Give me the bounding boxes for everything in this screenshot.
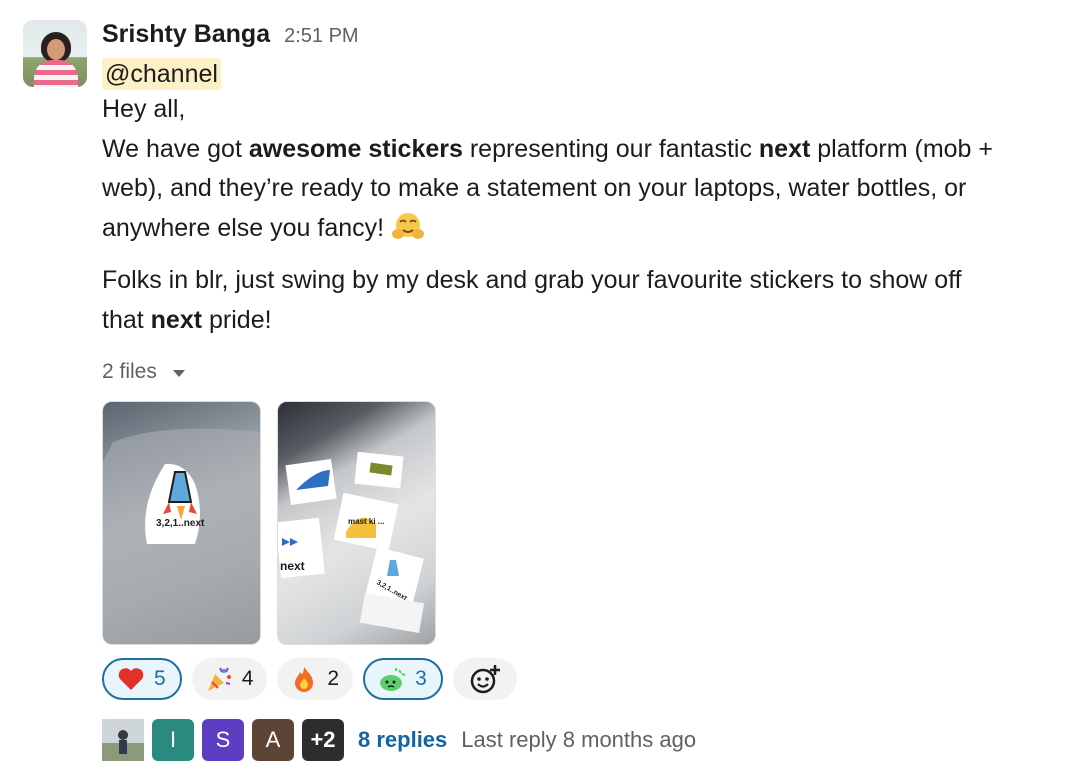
fire-icon xyxy=(295,667,314,692)
message-content: Srishty Banga 2:51 PM @channel Hey all, … xyxy=(102,20,1062,761)
laptop-sticker-image: 3,2,1..next xyxy=(103,428,260,644)
thread-avatar-photo xyxy=(102,719,144,761)
thread-avatar-s: S xyxy=(202,719,244,761)
reaction-green-blob[interactable]: 3 xyxy=(363,658,443,700)
paragraph-2-line-1: Folks in blr, just swing by my desk and … xyxy=(102,266,962,294)
paragraph-2-line-2: that next pride! xyxy=(102,305,272,334)
greeting-line: Hey all, xyxy=(102,95,186,123)
hugging-face-emoji-icon xyxy=(392,212,425,239)
message-timestamp[interactable]: 2:51 PM xyxy=(284,25,358,48)
avatar-photo-icon xyxy=(102,719,144,761)
message-body: Hey all, We have got awesome stickers re… xyxy=(102,90,1062,340)
channel-mention[interactable]: @channel xyxy=(102,58,221,90)
sticker-text-2: next xyxy=(280,559,305,573)
file-thumbnail-1[interactable]: 3,2,1..next xyxy=(102,401,261,645)
stickers-table-image: mast ki ... next 3,2,1..next xyxy=(278,451,425,633)
thread-avatar-i: I xyxy=(152,719,194,761)
paragraph-1-line-2: web), and they’re ready to make a statem… xyxy=(102,174,967,202)
thread-summary[interactable]: I S A +2 8 replies Last reply 8 months a… xyxy=(102,719,696,761)
green-blob-icon xyxy=(380,668,406,691)
message-header: Srishty Banga 2:51 PM xyxy=(102,20,1062,52)
author-avatar[interactable] xyxy=(23,20,87,87)
files-toggle[interactable]: 2 files xyxy=(102,357,1062,387)
message: Srishty Banga 2:51 PM @channel Hey all, … xyxy=(0,0,1082,780)
paragraph-1-line-3: anywhere else you fancy! xyxy=(102,209,1062,249)
reaction-count: 2 xyxy=(327,667,340,690)
add-reaction-button[interactable] xyxy=(452,658,517,700)
reactions-bar: 5 4 2 3 xyxy=(102,658,517,700)
reaction-count: 3 xyxy=(415,667,427,690)
sticker-text-1: 3,2,1..next xyxy=(156,518,205,529)
thread-last-reply: Last reply 8 months ago xyxy=(461,727,697,752)
file-thumbnails: 3,2,1..next mast ki ... next 3,2,1..next xyxy=(102,401,436,645)
add-emoji-icon xyxy=(470,665,500,694)
reaction-party-popper[interactable]: 4 xyxy=(191,658,268,700)
party-popper-icon xyxy=(207,667,231,691)
files-label: 2 files xyxy=(102,360,157,383)
reaction-heart[interactable]: 5 xyxy=(102,658,182,700)
paragraph-1-line-1: We have got awesome stickers representin… xyxy=(102,134,993,163)
reaction-fire[interactable]: 2 xyxy=(277,658,354,700)
sticker-text-3: mast ki ... xyxy=(348,517,384,526)
heart-icon xyxy=(118,668,144,690)
author-name[interactable]: Srishty Banga xyxy=(102,20,270,49)
caret-down-icon xyxy=(172,369,185,377)
thread-avatar-a: A xyxy=(252,719,294,761)
thread-replies-link[interactable]: 8 replies xyxy=(358,727,447,753)
thread-avatar-more: +2 xyxy=(302,719,344,761)
reaction-count: 5 xyxy=(154,667,166,690)
reaction-count: 4 xyxy=(241,667,254,690)
file-thumbnail-2[interactable]: mast ki ... next 3,2,1..next xyxy=(277,401,436,645)
